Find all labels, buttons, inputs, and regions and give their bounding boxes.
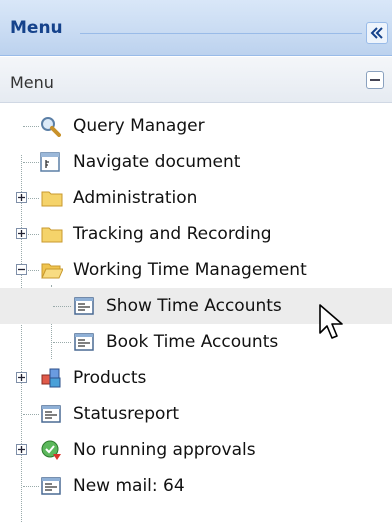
tree-item-label: Navigate document bbox=[73, 152, 241, 172]
collapse-section-button[interactable] bbox=[366, 71, 384, 89]
cubes-icon bbox=[41, 368, 61, 388]
list-icon bbox=[41, 477, 61, 495]
document-icon bbox=[40, 152, 60, 172]
tree-connector bbox=[53, 306, 71, 307]
collapse-minus-icon[interactable] bbox=[16, 264, 27, 275]
tree-item-working-time-management[interactable]: Working Time Management bbox=[0, 252, 392, 288]
list-icon bbox=[41, 405, 61, 423]
tree-connector bbox=[28, 270, 39, 271]
tree-connector bbox=[28, 198, 39, 199]
tree-item-label: Products bbox=[73, 368, 147, 388]
tree-connector bbox=[23, 126, 39, 127]
expand-plus-icon[interactable] bbox=[16, 228, 27, 239]
magnifier-icon bbox=[41, 117, 61, 137]
tree-item-label: Administration bbox=[73, 188, 198, 208]
tree-connector bbox=[23, 162, 39, 163]
tree-item-label: No running approvals bbox=[73, 440, 256, 460]
minus-icon bbox=[370, 79, 380, 81]
folder-icon bbox=[41, 227, 63, 243]
tree-item-label: Statusreport bbox=[73, 404, 180, 424]
expand-plus-icon[interactable] bbox=[16, 444, 27, 455]
tree-connector bbox=[23, 486, 39, 487]
tree-item-administration[interactable]: Administration bbox=[0, 180, 392, 216]
expand-plus-icon[interactable] bbox=[16, 192, 27, 203]
tree-item-statusreport[interactable]: Statusreport bbox=[0, 396, 392, 432]
section-title: Menu bbox=[10, 73, 54, 92]
header-divider bbox=[80, 33, 362, 34]
tree-item-label: Show Time Accounts bbox=[106, 296, 282, 316]
tree-item-new-mail[interactable]: New mail: 64 bbox=[0, 468, 392, 504]
folder-open-icon bbox=[41, 263, 63, 279]
tree-item-label: New mail: 64 bbox=[73, 476, 185, 496]
expand-plus-icon[interactable] bbox=[16, 372, 27, 383]
approval-icon bbox=[41, 440, 61, 460]
mouse-pointer-icon bbox=[319, 304, 343, 339]
tree-item-no-running-approvals[interactable]: No running approvals bbox=[0, 432, 392, 468]
list-icon bbox=[74, 333, 94, 351]
tree-connector bbox=[28, 234, 39, 235]
tree-item-label: Query Manager bbox=[73, 116, 205, 136]
tree-item-query-manager[interactable]: Query Manager bbox=[0, 108, 392, 144]
collapse-panel-button[interactable] bbox=[366, 22, 388, 44]
tree-item-label: Tracking and Recording bbox=[73, 224, 272, 244]
tree-item-navigate-document[interactable]: Navigate document bbox=[0, 144, 392, 180]
menu-panel-header: Menu bbox=[0, 0, 392, 56]
folder-icon bbox=[41, 191, 63, 207]
tree-connector bbox=[53, 342, 71, 343]
tree-item-label: Book Time Accounts bbox=[106, 332, 279, 352]
tree-connector bbox=[23, 414, 39, 415]
tree-item-label: Working Time Management bbox=[73, 260, 307, 280]
panel-title: Menu bbox=[10, 18, 63, 38]
list-icon bbox=[74, 297, 94, 315]
tree-item-tracking-and-recording[interactable]: Tracking and Recording bbox=[0, 216, 392, 252]
double-chevron-left-icon bbox=[370, 27, 383, 39]
menu-section-header[interactable]: Menu bbox=[0, 57, 392, 103]
tree-item-products[interactable]: Products bbox=[0, 360, 392, 396]
